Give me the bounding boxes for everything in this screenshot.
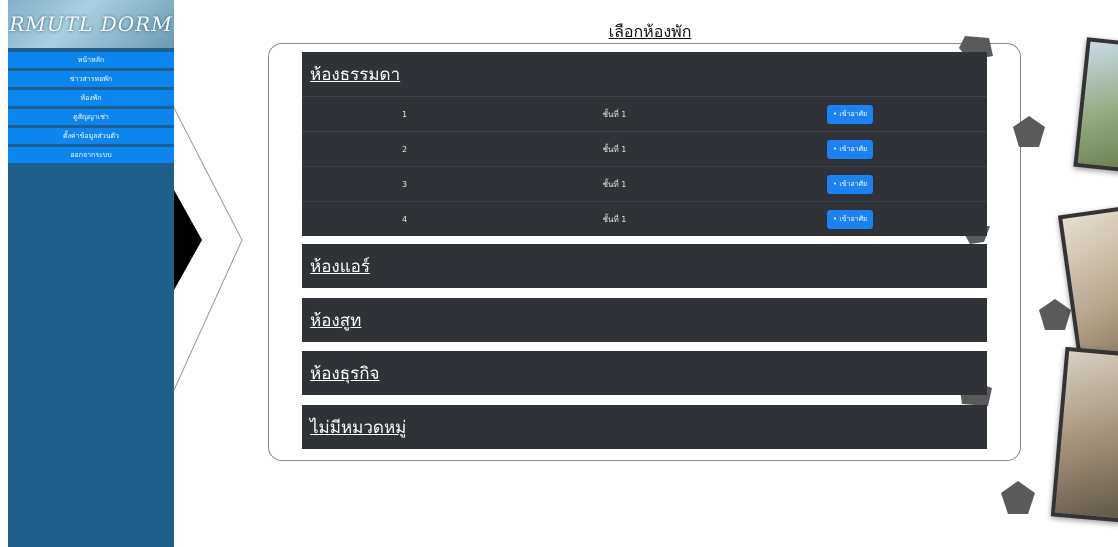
category-regular-room: ห้องธรรมดา 1 ชั้นที่ 1 • เข้าอาศัย 2 ชั้…: [302, 52, 987, 236]
move-in-button[interactable]: • เข้าอาศัย: [827, 139, 874, 159]
sidebar: RMUTL DORM หน้าหลัก ข่าวสารหอพัก ห้องพัก…: [8, 0, 174, 547]
move-in-button[interactable]: • เข้าอาศัย: [827, 209, 874, 229]
decorative-pentagon: [1013, 116, 1045, 147]
category-uncategorized: ไม่มีหมวดหมู่: [302, 405, 987, 449]
sidebar-item-profile-settings[interactable]: ตั้งค่าข้อมูลส่วนตัว: [8, 128, 174, 144]
sidebar-menu: หน้าหลัก ข่าวสารหอพัก ห้องพัก ดูสัญญาเช่…: [8, 48, 174, 163]
category-suite-room: ห้องสูท: [302, 298, 987, 342]
room-number: 4: [401, 214, 408, 224]
room-floor: ชั้นที่ 1: [602, 214, 627, 224]
category-title[interactable]: ห้องสูท: [302, 298, 987, 342]
room-number: 1: [401, 109, 408, 119]
move-in-button[interactable]: • เข้าอาศัย: [827, 174, 874, 194]
decorative-arrow: [173, 107, 243, 390]
room-photo: [1057, 205, 1118, 365]
category-title[interactable]: ห้องธุรกิจ: [302, 351, 987, 395]
category-title[interactable]: ห้องแอร์: [302, 244, 987, 288]
category-title[interactable]: ไม่มีหมวดหมู่: [302, 405, 987, 449]
logo[interactable]: RMUTL DORM: [8, 0, 174, 48]
room-number: 3: [401, 179, 408, 189]
sidebar-item-logout[interactable]: ออกจากระบบ: [8, 147, 174, 163]
decorative-pentagon: [1001, 481, 1035, 514]
category-title[interactable]: ห้องธรรมดา: [302, 52, 987, 96]
category-air-room: ห้องแอร์: [302, 244, 987, 288]
room-floor: ชั้นที่ 1: [602, 179, 627, 189]
category-business-room: ห้องธุรกิจ: [302, 351, 987, 395]
room-floor: ชั้นที่ 1: [602, 109, 627, 119]
room-photo: [1073, 37, 1118, 173]
page: RMUTL DORM หน้าหลัก ข่าวสารหอพัก ห้องพัก…: [0, 0, 1118, 547]
sidebar-item-home[interactable]: หน้าหลัก: [8, 52, 174, 68]
sidebar-item-rooms[interactable]: ห้องพัก: [8, 90, 174, 106]
room-number: 2: [401, 144, 408, 154]
move-in-button[interactable]: • เข้าอาศัย: [827, 104, 874, 124]
room-photo: [1050, 346, 1118, 524]
table-row: 3 ชั้นที่ 1 • เข้าอาศัย: [302, 166, 987, 201]
table-row: 1 ชั้นที่ 1 • เข้าอาศัย: [302, 96, 987, 131]
table-row: 2 ชั้นที่ 1 • เข้าอาศัย: [302, 131, 987, 166]
page-title: เลือกห้องพัก: [608, 22, 692, 41]
sidebar-item-contract[interactable]: ดูสัญญาเช่า: [8, 109, 174, 125]
decorative-pentagon: [1039, 299, 1071, 330]
table-row: 4 ชั้นที่ 1 • เข้าอาศัย: [302, 201, 987, 236]
room-floor: ชั้นที่ 1: [602, 144, 627, 154]
sidebar-item-news[interactable]: ข่าวสารหอพัก: [8, 71, 174, 87]
